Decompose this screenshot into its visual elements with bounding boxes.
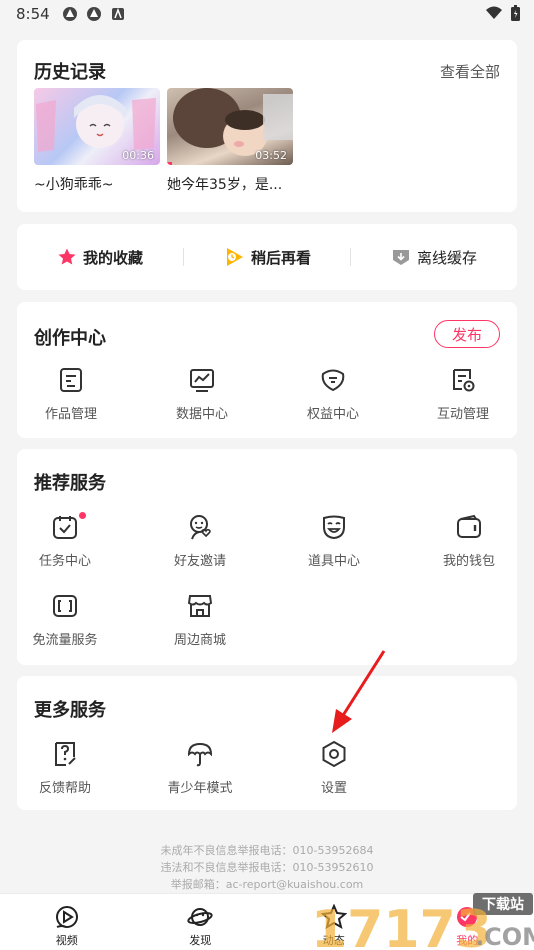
benefits-center-label: 权益中心 [306,407,359,422]
history-video-title[interactable]: ~小狗乖乖~ [34,174,113,194]
battery-icon [511,5,520,21]
status-bar: 8:54 [0,0,534,28]
discover-planet-icon [187,908,213,926]
offline-cache-label: 离线缓存 [416,248,477,267]
interaction-manage-label: 互动管理 [436,407,489,422]
task-center-item[interactable]: 任务中心 [10,513,120,569]
task-calendar-icon [53,516,77,539]
app-notification-icon [86,7,101,21]
illegal-report-phone: 违法和不良信息举报电话：010-53952610 [160,861,374,874]
app-notification-icon [62,7,77,21]
shop-label: 周边商城 [173,633,226,648]
interaction-manage-icon [453,369,475,392]
history-title: 历史记录 [34,62,106,83]
favorites-button[interactable]: 我的收藏 [17,247,183,268]
recommended-services-card: 推荐服务 任务中心 好友邀请 道具中心 我的钱包 免流量服务 周边商城 [17,449,517,665]
history-video-title[interactable]: 她今年35岁，是... [167,174,282,194]
data-center-label: 数据中心 [175,407,228,422]
svg-text:.COM: .COM [475,923,534,950]
publish-button[interactable]: 发布 [434,320,500,348]
offline-cache-button[interactable]: 离线缓存 [351,247,517,268]
creator-center-title: 创作中心 [34,328,106,349]
data-free-service-item[interactable]: 免流量服务 [10,592,120,648]
watch-later-label: 稍后再看 [250,248,311,267]
data-free-service-label: 免流量服务 [32,633,98,648]
notification-badge-dot [79,512,86,519]
video-play-icon [55,906,78,928]
wallet-item[interactable]: 我的钱包 [414,513,524,569]
view-all-link[interactable]: 查看全部 [440,61,500,82]
history-video-thumbnail[interactable]: 00:36 [34,88,160,165]
site-watermark-logo: 下载站 17173 .COM [311,893,534,950]
benefits-center-item[interactable]: 权益中心 [278,366,388,422]
watermark-text: 17173 [311,900,492,950]
shop-item[interactable]: 周边商城 [145,592,255,648]
status-time: 8:54 [16,5,50,23]
works-manage-item[interactable]: 作品管理 [16,366,126,422]
wallet-icon [457,514,481,538]
wallet-label: 我的钱包 [442,554,495,569]
recommended-services-title: 推荐服务 [34,473,106,494]
nav-discover-label: 发现 [189,934,212,947]
invite-friend-icon [190,515,211,540]
history-card: 历史记录 查看全部 00:36 ~小狗乖乖~ 03:52 她今年35岁，是... [17,40,517,212]
history-video-thumbnail[interactable]: 03:52 [167,88,293,165]
more-services-title: 更多服务 [34,700,106,721]
wifi-icon [486,6,502,19]
works-manage-icon [60,368,82,392]
props-mask-icon [323,515,345,540]
settings-item[interactable]: 设置 [279,740,389,796]
umbrella-icon [187,742,213,767]
props-center-label: 道具中心 [307,554,360,569]
more-services-card: 更多服务 反馈帮助 青少年模式 设置 [17,676,517,810]
settings-label: 设置 [320,781,347,796]
watch-later-icon [226,248,243,266]
data-center-item[interactable]: 数据中心 [147,366,257,422]
feedback-help-label: 反馈帮助 [38,781,91,796]
quick-actions-card: 我的收藏 稍后再看 离线缓存 [17,224,517,290]
invite-friend-item[interactable]: 好友邀请 [145,513,255,569]
download-icon [392,250,409,265]
shop-icon [187,595,213,617]
video-duration: 00:36 [122,149,154,162]
star-icon [58,248,76,265]
minor-report-phone: 未成年不良信息举报电话：010-53952684 [160,844,374,857]
data-free-icon [53,595,77,617]
nav-discover[interactable]: 发现 [134,894,268,950]
settings-hexagon-icon [322,740,346,768]
nav-video[interactable]: 视频 [0,894,134,950]
teen-mode-item[interactable]: 青少年模式 [145,740,255,796]
benefits-icon [321,369,345,392]
watch-progress-bar [167,162,173,165]
creator-center-card: 创作中心 发布 作品管理 数据中心 权益中心 互动管理 [17,302,517,438]
invite-friend-label: 好友邀请 [173,554,226,569]
feedback-help-icon [55,742,76,766]
feedback-help-item[interactable]: 反馈帮助 [10,740,120,796]
props-center-item[interactable]: 道具中心 [279,513,389,569]
favorites-label: 我的收藏 [82,248,143,267]
interaction-manage-item[interactable]: 互动管理 [408,366,518,422]
font-notification-icon [111,7,124,20]
annotation-arrow [332,650,386,733]
data-chart-icon [190,369,214,392]
watch-later-button[interactable]: 稍后再看 [184,246,350,268]
video-duration: 03:52 [255,149,287,162]
works-manage-label: 作品管理 [44,407,97,422]
nav-video-label: 视频 [55,934,78,947]
teen-mode-label: 青少年模式 [167,781,233,796]
task-center-label: 任务中心 [38,554,91,569]
